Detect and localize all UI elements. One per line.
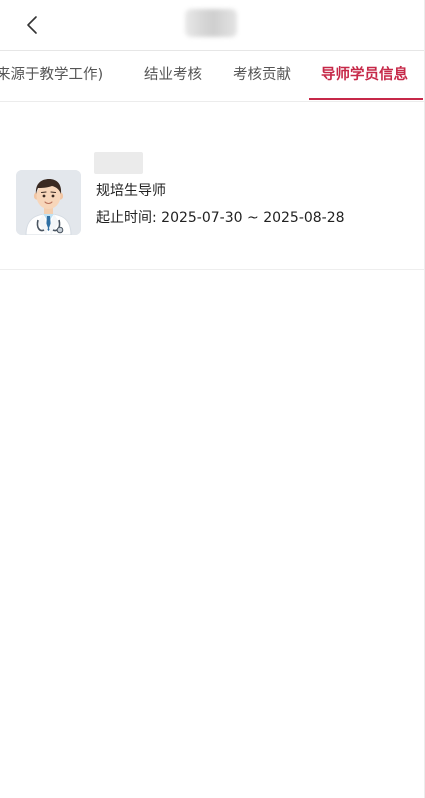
tab-mentor-student-info[interactable]: 导师学员信息 xyxy=(321,51,408,101)
period-end-date: 2025-08-28 xyxy=(263,210,345,226)
avatar xyxy=(16,170,81,235)
period-start-date: 2025-07-30 xyxy=(161,210,243,226)
mentor-card[interactable]: 规培生导师 起止时间: 2025-07-30 ~ 2025-08-28 xyxy=(0,102,424,270)
tab-assessment-contribution[interactable]: 考核贡献 xyxy=(233,51,291,101)
period-label: 起止时间: xyxy=(96,210,157,226)
mentor-name-redacted xyxy=(94,152,143,174)
tab-bar: 来源于教学工作) 结业考核 考核贡献 导师学员信息 xyxy=(0,51,424,102)
period-separator: ~ xyxy=(247,210,259,226)
mentor-role: 规培生导师 xyxy=(96,183,166,199)
page-title-redacted xyxy=(185,9,237,37)
active-tab-indicator xyxy=(309,98,423,100)
doctor-avatar-icon xyxy=(16,170,81,235)
back-button[interactable] xyxy=(20,10,48,40)
tab-teaching-work[interactable]: 来源于教学工作) xyxy=(0,51,103,101)
mentor-period: 起止时间: 2025-07-30 ~ 2025-08-28 xyxy=(96,207,345,227)
top-nav-bar xyxy=(0,0,424,51)
tab-completion-assessment[interactable]: 结业考核 xyxy=(144,51,202,101)
page: 来源于教学工作) 结业考核 考核贡献 导师学员信息 规培生导师 起止时间: 20… xyxy=(0,0,425,798)
chevron-left-icon xyxy=(27,16,37,34)
